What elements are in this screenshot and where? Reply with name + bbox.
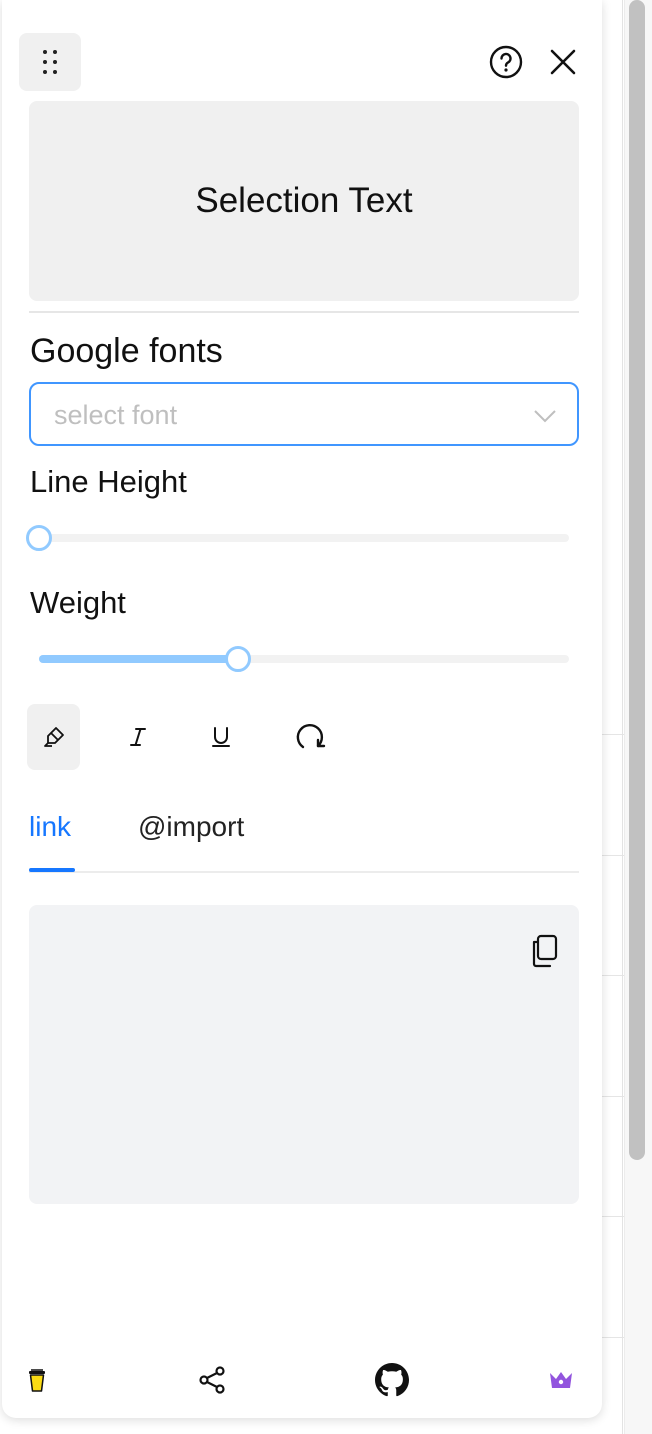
scrollbar-thumb[interactable]: [629, 0, 645, 1160]
copy-button[interactable]: [528, 933, 560, 969]
reset-button[interactable]: [283, 704, 336, 770]
background-line: [600, 1216, 624, 1217]
buy-coffee-button[interactable]: [19, 1362, 55, 1398]
line-height-label: Line Height: [30, 464, 187, 499]
github-icon: [375, 1363, 409, 1397]
drag-handle-icon: [43, 50, 57, 74]
highlight-button[interactable]: [27, 704, 80, 770]
background-line: [600, 734, 624, 735]
chevron-down-icon: [534, 410, 556, 423]
copy-icon: [532, 934, 558, 968]
reset-icon: [296, 723, 325, 749]
line-height-slider[interactable]: [26, 525, 569, 551]
line-height-slider-handle[interactable]: [26, 525, 52, 551]
underline-button[interactable]: [194, 704, 247, 770]
crown-icon: [550, 1372, 572, 1388]
background-line: [600, 855, 624, 856]
font-select-placeholder: select font: [54, 400, 178, 430]
close-button[interactable]: [543, 42, 583, 82]
google-fonts-label: Google fonts: [30, 332, 223, 370]
share-button[interactable]: [194, 1362, 230, 1398]
highlighter-icon: [43, 727, 64, 747]
background-divider: [622, 0, 623, 1434]
preview-text: Selection Text: [195, 181, 413, 220]
selection-preview: Selection Text: [29, 101, 579, 301]
background-line: [600, 975, 624, 976]
background-line: [600, 1096, 624, 1097]
share-icon: [199, 1366, 225, 1394]
italic-icon: [129, 728, 146, 746]
font-select[interactable]: select font: [29, 382, 579, 446]
weight-label: Weight: [30, 585, 126, 620]
coffee-cup-icon: [29, 1369, 45, 1392]
drag-handle[interactable]: [19, 33, 81, 91]
code-box: [29, 905, 579, 1204]
premium-button[interactable]: [543, 1362, 579, 1398]
tab-link[interactable]: link: [29, 811, 71, 843]
italic-button[interactable]: [111, 704, 164, 770]
help-button[interactable]: [486, 42, 526, 82]
help-icon: [489, 45, 523, 79]
active-tab-indicator: [29, 868, 75, 872]
code-tabs: link @import: [29, 800, 579, 873]
github-link[interactable]: [374, 1362, 410, 1398]
weight-slider-handle[interactable]: [224, 646, 251, 672]
divider: [29, 311, 579, 313]
close-icon: [550, 49, 576, 75]
underline-icon: [211, 727, 230, 747]
weight-slider-fill: [39, 655, 238, 663]
weight-slider[interactable]: [39, 646, 569, 672]
tab-import[interactable]: @import: [138, 811, 244, 843]
background-line: [600, 1337, 624, 1338]
font-panel: Selection Text Google fonts select font …: [2, 0, 602, 1418]
